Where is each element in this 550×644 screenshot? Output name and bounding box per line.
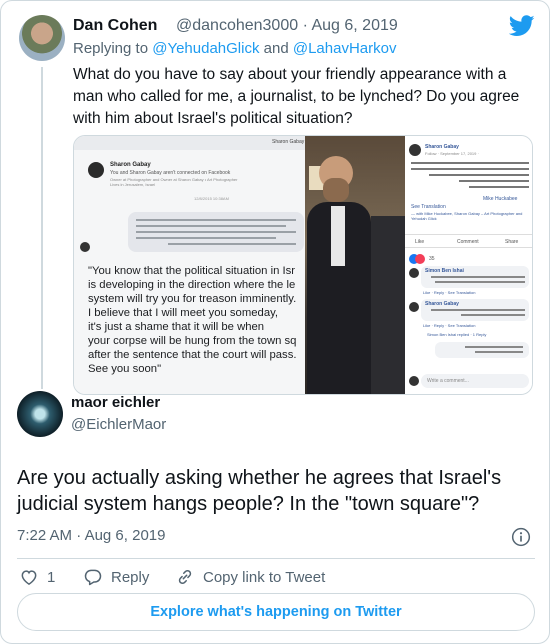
fb-commenter-name-2: Sharon Gabay (425, 301, 459, 307)
fb-reactions-love (415, 254, 425, 264)
second-man-suit (371, 216, 405, 394)
fb-commenter-name-1: Simon Ben Ishai (425, 268, 464, 274)
fb-post-avatar (409, 144, 421, 156)
fb-like: Like (415, 239, 425, 245)
man-beard (323, 178, 349, 202)
fb-comment-bubble-2: Sharon Gabay (421, 299, 529, 321)
thread-connector-line (41, 67, 43, 389)
fb-sender-avatar (80, 242, 90, 252)
fb-profile-avatar (88, 162, 104, 178)
fb-comment-meta-2: Like · Reply · See Translation (423, 323, 476, 328)
maor-eichler-avatar[interactable] (17, 391, 63, 437)
facebook-post-screenshot: Sharon Gabay Follow · September 17, 2019… (405, 136, 532, 394)
fb-post-mike-tag: Mike Huckabee (483, 196, 518, 202)
man-shirt (331, 206, 345, 266)
explore-twitter-button[interactable]: Explore what's happening on Twitter (17, 593, 535, 631)
fb-lives: Lives in Jerusalem, Israel (110, 182, 156, 187)
quote-date[interactable]: Aug 6, 2019 (85, 527, 166, 544)
fb-profile-name: Sharon Gabay (110, 162, 151, 168)
reply-label: Reply (111, 568, 150, 586)
fb-post-follow: Follow · September 17, 2019 · (425, 151, 479, 156)
fb-post-name: Sharon Gabay (425, 144, 459, 150)
fb-post-hebrew-text (411, 162, 529, 188)
fb-commenter-avatar-1 (409, 268, 419, 278)
fb-replied-line: Simon Ben Ishai replied · 1 Reply (427, 332, 487, 337)
parent-author-handle[interactable]: @dancohen3000 (176, 17, 298, 34)
quote-author-handle[interactable]: @EichlerMaor (71, 416, 166, 433)
translated-quote-text: "You know that the political situation i… (88, 265, 297, 375)
fb-message-date: 12/8/2015 10:38AM (194, 196, 229, 201)
replying-to-line: Replying to @YehudahGlick and @LahavHark… (73, 40, 396, 57)
fb-write-comment-box: Write a comment... (421, 374, 529, 388)
tweet-actions-bar: 1 Reply Copy link to Tweet (1, 563, 549, 591)
fb-reaction-count: 35 (429, 256, 435, 262)
parent-author-name[interactable]: Dan Cohen (73, 17, 157, 35)
quote-tweet-timestamp[interactable]: 7:22 AM · Aug 6, 2019 (17, 527, 165, 544)
fb-write-avatar (409, 376, 419, 386)
fb-post-with-tags: — with Mike Huckabee, Sharon Gabay – Art… (411, 211, 523, 221)
tweet-media-image[interactable]: Sharon Gabay Sharon Gabay You and Sharon… (73, 135, 533, 395)
quote-time[interactable]: 7:22 AM (17, 527, 72, 544)
parent-date[interactable]: Aug 6, 2019 (311, 17, 397, 34)
fb-hebrew-message-bubble (128, 212, 304, 252)
separator-dot: · (76, 527, 82, 544)
heart-icon (21, 570, 37, 585)
fb-share: Share (505, 239, 519, 245)
reply-handle-lahavharkov[interactable]: @LahavHarkov (293, 40, 397, 57)
fb-write-placeholder: Write a comment... (427, 378, 469, 384)
reply-button[interactable]: Reply (83, 563, 149, 591)
parent-tweet[interactable]: Dan Cohen @dancohen3000 · Aug 6, 2019 Re… (1, 1, 549, 395)
twitter-bird-icon[interactable] (509, 15, 535, 37)
replying-to-prefix: Replying to (73, 40, 149, 57)
info-icon[interactable] (511, 527, 531, 547)
link-icon (178, 569, 192, 585)
fb-comment-bubble-1: Simon Ben Ishai (421, 266, 529, 288)
fb-comment-meta-1: Like · Reply · See Translation (423, 290, 476, 295)
parent-author-handle-date[interactable]: @dancohen3000 · Aug 6, 2019 (176, 17, 398, 35)
copy-link-button[interactable]: Copy link to Tweet (175, 563, 325, 591)
facebook-message-screenshot: Sharon Gabay Sharon Gabay You and Sharon… (74, 136, 305, 394)
photo-of-two-men (305, 136, 405, 394)
copy-link-label: Copy link to Tweet (203, 568, 326, 586)
fb-post-actions: Like Comment Share (405, 234, 532, 248)
fb-not-connected: You and Sharon Gabay aren't connected on… (110, 170, 231, 176)
fb-header-name: Sharon Gabay (272, 139, 305, 145)
quote-tweet-text: Are you actually asking whether he agree… (17, 467, 502, 515)
parent-tweet-text: What do you have to say about your frien… (73, 66, 520, 127)
fb-comment-bubble-3 (435, 342, 529, 358)
separator-dot: · (302, 17, 308, 34)
reply-bubble-icon (84, 569, 102, 586)
fb-message-header (74, 136, 305, 150)
fb-post-see-translation: See Translation (411, 204, 446, 210)
fb-comment: Comment (457, 239, 479, 245)
reply-handle-yehudahglick[interactable]: @YehudahGlick (152, 40, 259, 57)
dan-cohen-avatar[interactable] (19, 15, 65, 61)
like-count: 1 (47, 568, 56, 586)
replying-to-and: and (263, 40, 289, 57)
fb-commenter-avatar-2 (409, 302, 419, 312)
embedded-tweet-card: Dan Cohen @dancohen3000 · Aug 6, 2019 Re… (0, 0, 550, 644)
actions-divider (17, 558, 535, 559)
quote-author-name[interactable]: maor eichler (71, 394, 160, 411)
like-button[interactable]: 1 (19, 563, 55, 591)
